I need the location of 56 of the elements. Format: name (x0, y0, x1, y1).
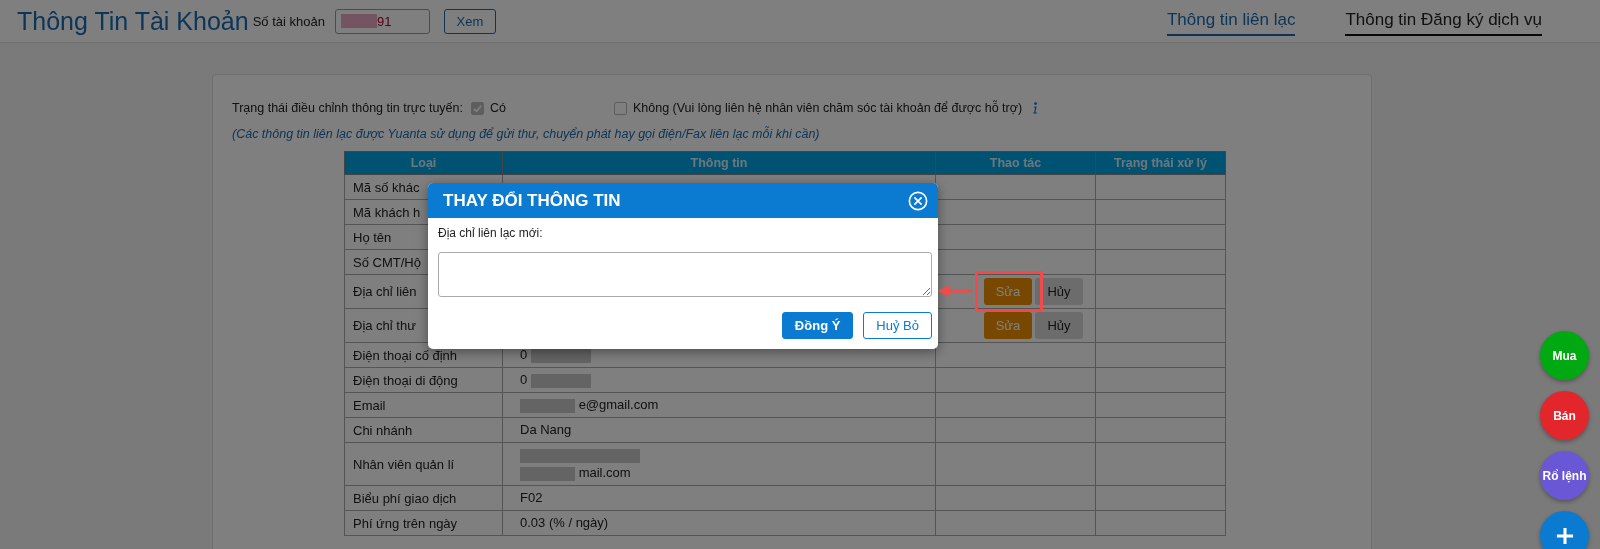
account-field[interactable]: 91 (334, 8, 430, 34)
pointer-arrow (938, 285, 972, 297)
row-label: Mã khách h (353, 204, 421, 220)
info-value: 0.03 (% / ngày) (520, 515, 609, 530)
add-button[interactable] (1540, 511, 1589, 549)
checkbox[interactable] (613, 101, 627, 115)
row-label: Địa chỉ liên (353, 284, 417, 299)
tab[interactable]: Thông tin Đăng ký dịch vụ (1345, 2, 1542, 36)
cancel-button[interactable]: Huỷ Bỏ (863, 312, 932, 339)
note-text: (Các thông tin liên lạc được Yuanta sử dụng để gửi thư, chuyển phát hay gọi điện/Fax liên lạc mỗi khi cần) (232, 127, 821, 141)
address-field[interactable] (438, 252, 932, 297)
info-value: F02 (520, 490, 543, 505)
row-label: Chi nhánh (353, 422, 413, 438)
page-title: Thông Tin Tài Khoản (17, 6, 249, 36)
close-icon[interactable] (908, 190, 928, 211)
column-header: Thông tin (502, 151, 936, 175)
row-label: Họ tên (353, 229, 392, 245)
redacted-block (530, 373, 591, 388)
redacted-block (520, 398, 575, 413)
view-button[interactable]: Xem (443, 8, 496, 34)
info-value: Da Nang (520, 422, 572, 437)
info-value: 0 (520, 372, 528, 387)
edit-button[interactable]: Sửa (984, 278, 1032, 305)
status-label: Trạng thái điều chỉnh thông tin trực tuyến: (232, 101, 463, 115)
dialog-title: THAY ĐỔI THÔNG TIN (443, 190, 621, 211)
plus-icon (1555, 526, 1574, 545)
action-button[interactable]: Rổ lệnh (1540, 451, 1589, 500)
edit-button[interactable]: Sửa (984, 312, 1032, 339)
row-label: Mã số khác (353, 179, 420, 195)
row-label: Số CMT/Hộ (353, 254, 421, 270)
action-button[interactable]: Mua (1540, 331, 1589, 380)
confirm-button[interactable]: Đồng Ý (781, 312, 854, 339)
column-header: Trạng thái xử lý (1095, 151, 1226, 175)
info-value: mail.com (578, 465, 631, 480)
redacted-block (520, 466, 575, 481)
row-label: Biểu phí giao dịch (353, 490, 457, 506)
redacted-block (340, 14, 377, 28)
checkbox-label: Có (489, 101, 506, 115)
cancel-button[interactable]: Hủy (1035, 278, 1083, 305)
row-label: Nhân viên quản lí (353, 456, 455, 472)
cancel-button[interactable]: Hủy (1035, 312, 1083, 339)
info-value: e@gmail.com (578, 397, 659, 412)
row-label: Địa chỉ thư (353, 318, 416, 333)
tab[interactable]: Thông tin liên lạc (1166, 2, 1296, 36)
row-label: Phí ứng trên ngày (353, 515, 458, 531)
row-label: Điện thoại cố định (353, 347, 458, 363)
info-value: 0 (520, 347, 528, 362)
field-label: Địa chỉ liên lạc mới: (438, 226, 544, 240)
action-button[interactable]: Bán (1540, 391, 1589, 440)
column-header: Thao tác (935, 151, 1096, 175)
row-label: Điện thoại di động (353, 372, 458, 388)
info-icon[interactable] (1032, 102, 1039, 114)
column-header: Loại (344, 151, 503, 175)
checkbox-label: Không (Vui lòng liên hệ nhân viên chăm sóc tài khoản để được hỗ trợ) (632, 101, 1023, 115)
row-label: Email (353, 397, 386, 413)
account-label: Số tài khoản (252, 13, 325, 29)
